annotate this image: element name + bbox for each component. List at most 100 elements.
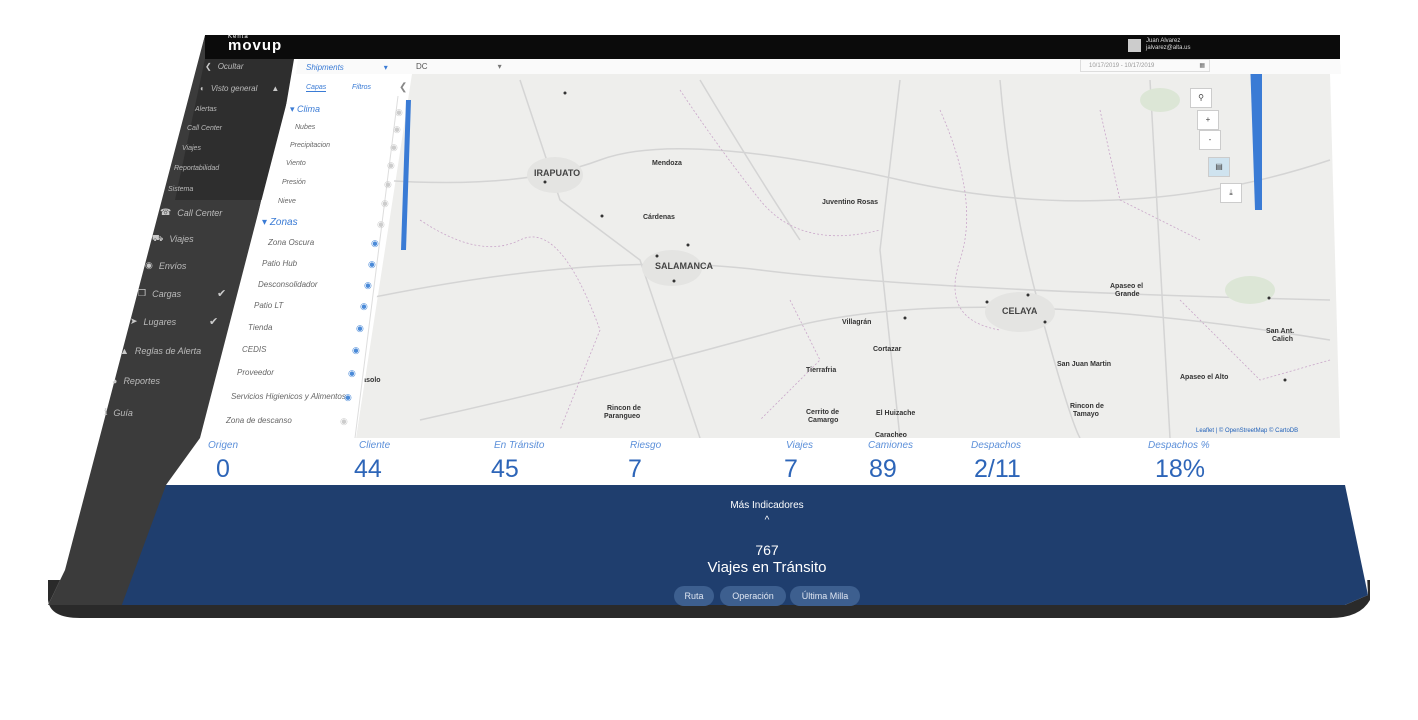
sidebar-item-visto-general[interactable]: ◐ Visto general ▲ [200, 84, 279, 93]
kpi-label-despachos-pct: Despachos % [1148, 440, 1210, 451]
check-icon: ✔ [217, 288, 227, 300]
kpi-value-origen: 0 [216, 455, 230, 483]
device-mockup: IRAPUATO Mendoza Juventino Rosas Cárdena… [0, 0, 1418, 720]
operacion-button[interactable]: Operación [720, 586, 786, 606]
eye-icon[interactable]: ◉ [352, 345, 360, 356]
group-zonas[interactable]: ▾ Zonas [262, 217, 298, 228]
svg-text:Tierrafria: Tierrafria [806, 367, 836, 374]
svg-text:IRAPUATO: IRAPUATO [534, 168, 580, 178]
eye-icon[interactable]: ◉ [393, 124, 401, 135]
caret-down-icon: ▾ [262, 217, 268, 228]
layer-item[interactable]: Nubes [295, 124, 315, 131]
eye-icon[interactable]: ◉ [340, 416, 348, 427]
sidebar-item-guia[interactable]: ℹ Guía [104, 407, 133, 418]
sidebar-item-reportes[interactable]: ◕ Reportes [112, 376, 160, 386]
more-indicators-link[interactable]: Más Indicadores [667, 500, 867, 511]
sidebar-item-viajes-sub[interactable]: Viajes [182, 145, 201, 152]
svg-text:Juventino Rosas: Juventino Rosas [822, 199, 878, 206]
dc-select[interactable]: DC ▾ [416, 62, 502, 71]
layer-item[interactable]: Desconsolidador [258, 280, 318, 289]
shipments-select[interactable]: Shipments ▾ [306, 63, 388, 72]
svg-text:Cárdenas: Cárdenas [643, 214, 675, 221]
box-icon: ◉ [145, 260, 153, 270]
svg-text:Camargo: Camargo [808, 417, 838, 424]
kpi-label-origen: Origen [208, 440, 239, 451]
layer-item[interactable]: Nieve [278, 198, 296, 205]
svg-text:Cortazar: Cortazar [873, 346, 902, 353]
avatar[interactable] [1128, 39, 1141, 52]
search-icon[interactable]: ⚲ [1190, 88, 1212, 108]
sidebar-item-call-center-sub[interactable]: Call Center [187, 125, 222, 132]
ultima-milla-button[interactable]: Última Milla [790, 586, 860, 606]
caret-up-icon[interactable]: ^ [667, 515, 867, 526]
kpi-value-en-transito: 45 [491, 455, 519, 483]
svg-text:Caracheo: Caracheo [875, 432, 907, 439]
check-icon: ✔ [209, 316, 219, 328]
eye-icon[interactable]: ◉ [371, 238, 379, 249]
svg-text:Villagrán: Villagrán [842, 319, 871, 326]
layers-icon[interactable]: ▤ [1208, 157, 1230, 177]
layer-item[interactable]: Tienda [248, 323, 272, 332]
layer-item[interactable]: Proveedor [237, 368, 274, 377]
kpi-value-camiones: 89 [869, 455, 897, 483]
eye-icon[interactable]: ◉ [364, 280, 372, 291]
eye-icon[interactable]: ◉ [348, 368, 356, 379]
dashboard-icon: ◐ [200, 84, 205, 93]
zoom-in-button[interactable]: + [1197, 110, 1219, 130]
info-icon: ℹ [104, 407, 108, 417]
svg-text:SALAMANCA: SALAMANCA [655, 261, 713, 271]
svg-text:Cerrito de: Cerrito de [806, 409, 839, 416]
sidebar-item-envios[interactable]: ◉ Envíos [145, 260, 186, 271]
layer-item[interactable]: Precipitacion [290, 142, 330, 149]
collapse-icon[interactable]: ❮ [399, 82, 407, 93]
layer-item[interactable]: Servicios Higienicos y Alimentos [231, 392, 346, 401]
sidebar-item-lugares[interactable]: ➤ Lugares [130, 316, 176, 327]
map-attribution[interactable]: Leaflet | © OpenStreetMap © CartoDB [1196, 428, 1298, 434]
svg-text:Mendoza: Mendoza [652, 160, 682, 167]
svg-text:Parangueo: Parangueo [604, 413, 640, 420]
app-logo[interactable]: Kenta movup [228, 34, 282, 54]
headset-icon: ☎ [160, 207, 172, 217]
eye-icon[interactable]: ◉ [387, 160, 395, 171]
hide-icon: ❮ [205, 62, 212, 71]
eye-icon[interactable]: ◉ [360, 301, 368, 312]
sidebar-item-reportabilidad[interactable]: Reportabilidad [174, 165, 219, 172]
zoom-out-button[interactable]: - [1199, 130, 1221, 150]
layer-item[interactable]: Viento [286, 160, 306, 167]
sidebar-item-viajes[interactable]: ⛟ Viajes [152, 233, 194, 245]
sidebar-item-ocultar[interactable]: ❮ Ocultar [205, 62, 244, 71]
chevron-down-icon: ▾ [383, 63, 388, 72]
svg-text:Tamayo: Tamayo [1073, 411, 1099, 418]
sidebar-item-sistema[interactable]: Sistema [168, 186, 193, 193]
svg-text:San Juan Martin: San Juan Martin [1057, 361, 1111, 368]
eye-icon[interactable]: ◉ [395, 107, 403, 118]
eye-icon[interactable]: ◉ [356, 323, 364, 334]
sidebar-item-cargas[interactable]: ❒ Cargas [138, 288, 181, 299]
eye-icon[interactable]: ◉ [344, 392, 352, 403]
eye-icon[interactable]: ◉ [384, 179, 392, 190]
svg-text:Rincon de: Rincon de [607, 405, 641, 412]
download-icon[interactable]: ⤓ [1220, 183, 1242, 203]
warning-icon: ▲ [120, 346, 129, 356]
tab-filtros[interactable]: Filtros [352, 84, 371, 91]
sidebar-item-call-center[interactable]: ☎ Call Center [160, 207, 222, 218]
layer-item[interactable]: Patio Hub [262, 259, 297, 268]
sidebar-item-alertas[interactable]: Alertas [195, 106, 217, 113]
layer-item[interactable]: CEDIS [242, 345, 266, 354]
sidebar-item-reglas-alerta[interactable]: ▲ Reglas de Alerta [120, 346, 201, 356]
group-clima[interactable]: ▾ Clima [290, 104, 320, 115]
layer-item[interactable]: Presión [282, 179, 306, 186]
layer-item[interactable]: Patio LT [254, 301, 283, 310]
date-range-input[interactable]: 10/17/2019 - 10/17/2019 ▦ [1080, 59, 1210, 72]
eye-icon[interactable]: ◉ [368, 259, 376, 270]
kpi-value-cliente: 44 [354, 455, 382, 483]
layer-item[interactable]: Zona de descanso [226, 416, 292, 425]
ruta-button[interactable]: Ruta [674, 586, 714, 606]
layer-item[interactable]: Zona Oscura [268, 238, 314, 247]
eye-icon[interactable]: ◉ [377, 219, 385, 230]
eye-icon[interactable]: ◉ [381, 198, 389, 209]
eye-icon[interactable]: ◉ [390, 142, 398, 153]
tab-capas[interactable]: Capas [306, 84, 327, 92]
kpi-label-riesgo: Riesgo [630, 440, 662, 451]
kpi-value-riesgo: 7 [628, 455, 642, 483]
